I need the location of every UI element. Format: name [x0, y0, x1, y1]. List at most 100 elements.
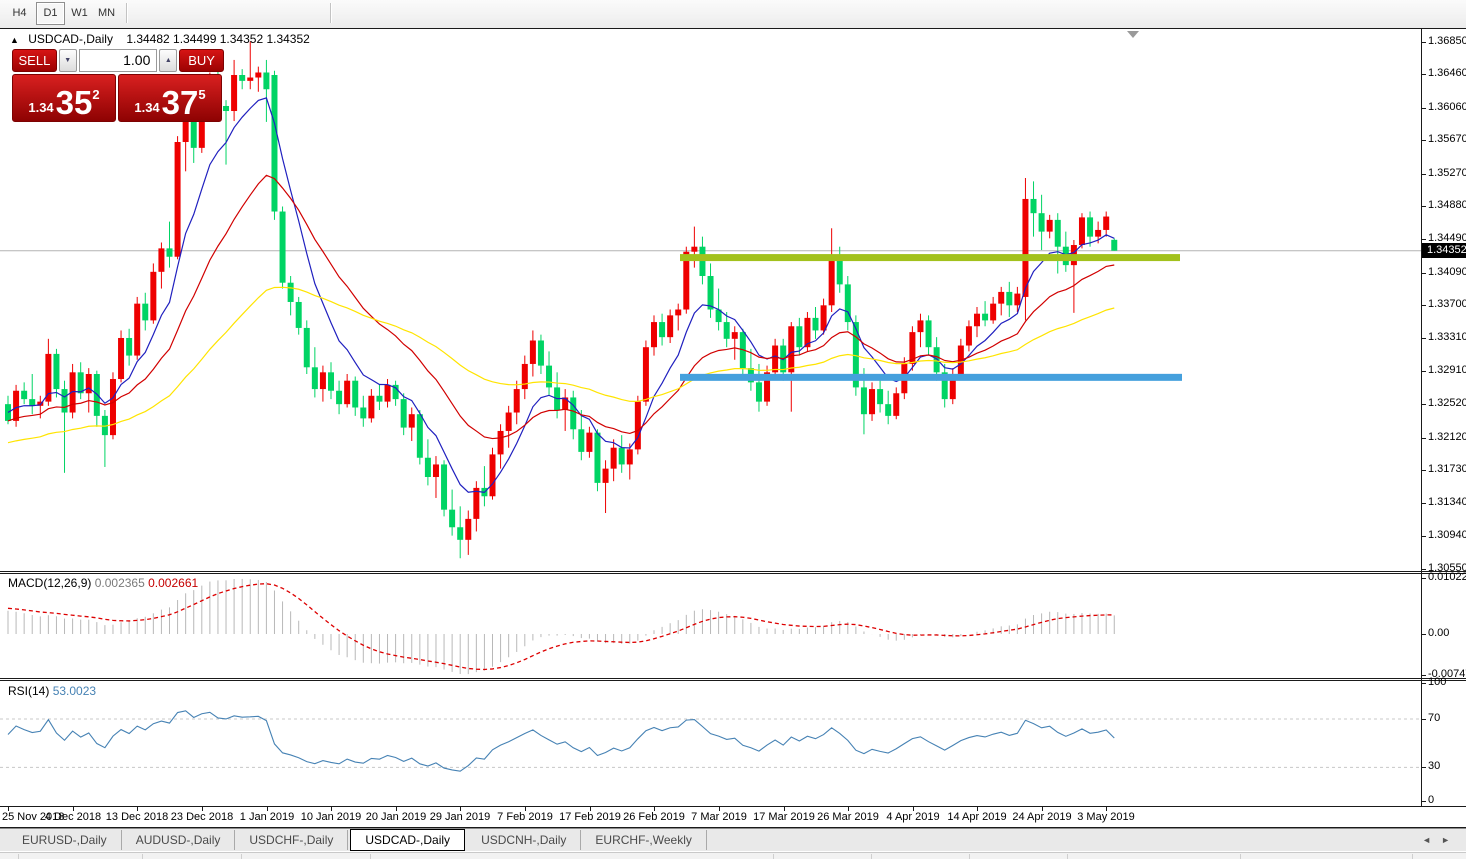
date-tick-label: 17 Mar 2019 [753, 811, 815, 823]
timeframe-mn-button[interactable]: MN [93, 3, 120, 23]
price-tick-label: 1.35270 [1428, 167, 1466, 179]
symbol-tab-usdcnh[interactable]: USDCNH-,Daily [467, 830, 581, 850]
macd-title: MACD(12,26,9) [8, 576, 91, 590]
axis-tick-mark [1421, 675, 1426, 676]
axis-tick-mark [1421, 74, 1426, 75]
axis-tick-mark [1421, 239, 1426, 240]
tab-scroll-arrows[interactable]: ◄► [1422, 835, 1460, 845]
macd-main-value: 0.002365 [95, 576, 145, 590]
lot-size-input[interactable]: 1.00 [79, 49, 158, 72]
date-tick-label: 4 Apr 2019 [886, 811, 939, 823]
sell-price-main: 35 [56, 88, 93, 118]
timeframe-toolbar: H4 D1 W1 MN [0, 0, 1466, 29]
buy-price-button[interactable]: 1.34 37 5 [118, 74, 222, 122]
axis-tick-mark [1421, 371, 1426, 372]
toolbar-separator [330, 3, 331, 23]
chart-ohlc-values: 1.34482 1.34499 1.34352 1.34352 [126, 32, 310, 46]
collapse-triangle-icon[interactable]: ▲ [10, 35, 19, 45]
panel-separator [0, 680, 1466, 681]
price-tick-label: 1.34090 [1428, 266, 1466, 278]
price-tick-label: 1.31340 [1428, 496, 1466, 508]
axis-tick-mark [1421, 470, 1426, 471]
rsi-tick-label: 30 [1428, 760, 1440, 772]
date-tick-label: 23 Dec 2018 [171, 811, 233, 823]
axis-tick-mark [1421, 273, 1426, 274]
status-bar-separator [142, 854, 143, 859]
panel-separator [0, 573, 1466, 574]
symbol-tab-usdcad[interactable]: USDCAD-,Daily [350, 829, 465, 851]
macd-tick-label: 0.010229 [1428, 571, 1466, 583]
price-tick-label: 1.36060 [1428, 101, 1466, 113]
axis-tick-mark [1421, 438, 1426, 439]
price-tick-label: 1.31730 [1428, 463, 1466, 475]
status-bar-separator [241, 854, 242, 859]
rsi-tick-label: 0 [1428, 794, 1434, 806]
symbol-tab-audusd[interactable]: AUDUSD-,Daily [122, 830, 236, 850]
rsi-label: RSI(14) 53.0023 [8, 684, 96, 698]
timeframe-w1-button[interactable]: W1 [66, 3, 93, 23]
date-tick-label: 24 Apr 2019 [1012, 811, 1071, 823]
tab-scroll-left-icon: ◄ [1422, 835, 1441, 845]
price-tick-label: 1.35670 [1428, 133, 1466, 145]
timeframe-h4-button[interactable]: H4 [6, 3, 33, 23]
chart-window[interactable] [0, 28, 1466, 829]
rsi-value: 53.0023 [53, 684, 96, 698]
buy-price-main: 37 [162, 88, 199, 118]
symbol-tab-usdchf[interactable]: USDCHF-,Daily [235, 830, 348, 850]
date-tick-label: 1 Jan 2019 [240, 811, 294, 823]
chart-shift-marker-icon[interactable] [1127, 31, 1139, 38]
status-bar-separator [370, 854, 371, 859]
rsi-tick-label: 100 [1428, 676, 1446, 688]
lot-increase-button[interactable]: ▲ [159, 49, 177, 72]
axis-tick-mark [1421, 108, 1426, 109]
price-tick-label: 1.30940 [1428, 529, 1466, 541]
price-tick-label: 1.32520 [1428, 397, 1466, 409]
axis-tick-mark [1421, 683, 1426, 684]
axis-tick-mark [1421, 503, 1426, 504]
status-bar-separator [1240, 854, 1241, 859]
price-tick-label: 1.32120 [1428, 431, 1466, 443]
price-tick-label: 1.33700 [1428, 298, 1466, 310]
macd-tick-label: 0.00 [1428, 627, 1449, 639]
macd-signal-value: 0.002661 [148, 576, 198, 590]
buy-button[interactable]: BUY [179, 49, 224, 72]
price-tick-label: 1.34880 [1428, 199, 1466, 211]
timeframe-d1-button[interactable]: D1 [36, 2, 65, 25]
date-tick-label: 3 May 2019 [1077, 811, 1134, 823]
sell-price-button[interactable]: 1.34 35 2 [12, 74, 116, 122]
date-tick-label: 26 Feb 2019 [623, 811, 685, 823]
current-price-box: 1.34352 [1422, 243, 1466, 258]
lot-decrease-button[interactable]: ▼ [59, 49, 77, 72]
status-bar-separator [18, 854, 19, 859]
price-tick-label: 1.36460 [1428, 67, 1466, 79]
symbol-tab-bar: EURUSD-,DailyAUDUSD-,DailyUSDCHF-,DailyU… [0, 828, 1466, 851]
price-tick-label: 1.32910 [1428, 364, 1466, 376]
symbol-tab-eurchf[interactable]: EURCHF-,Weekly [581, 830, 706, 850]
sell-button[interactable]: SELL [12, 49, 57, 72]
axis-tick-mark [1421, 174, 1426, 175]
date-tick-label: 10 Jan 2019 [301, 811, 362, 823]
axis-tick-mark [1421, 305, 1426, 306]
status-bar-separator [773, 854, 774, 859]
date-tick-label: 7 Mar 2019 [691, 811, 747, 823]
price-tick-label: 1.36850 [1428, 35, 1466, 47]
date-tick-label: 17 Feb 2019 [559, 811, 621, 823]
panel-separator [0, 806, 1466, 807]
sell-price-prefix: 1.34 [28, 100, 53, 115]
rsi-title: RSI(14) [8, 684, 49, 698]
axis-tick-mark [1421, 206, 1426, 207]
panel-separator [0, 571, 1466, 572]
macd-label: MACD(12,26,9) 0.002365 0.002661 [8, 576, 198, 590]
axis-tick-mark [1421, 801, 1426, 802]
axis-tick-mark [1421, 578, 1426, 579]
buy-price-pipette: 5 [198, 87, 205, 102]
axis-tick-mark [1421, 536, 1426, 537]
symbol-tab-eurusd[interactable]: EURUSD-,Daily [8, 830, 122, 850]
buy-price-prefix: 1.34 [134, 100, 159, 115]
date-tick-label: 29 Jan 2019 [430, 811, 491, 823]
chart-header: ▲ USDCAD-,Daily 1.34482 1.34499 1.34352 … [10, 32, 310, 46]
status-bar-separator [969, 854, 970, 859]
date-tick-label: 20 Jan 2019 [366, 811, 427, 823]
price-tick-label: 1.33310 [1428, 331, 1466, 343]
rsi-tick-label: 70 [1428, 712, 1440, 724]
